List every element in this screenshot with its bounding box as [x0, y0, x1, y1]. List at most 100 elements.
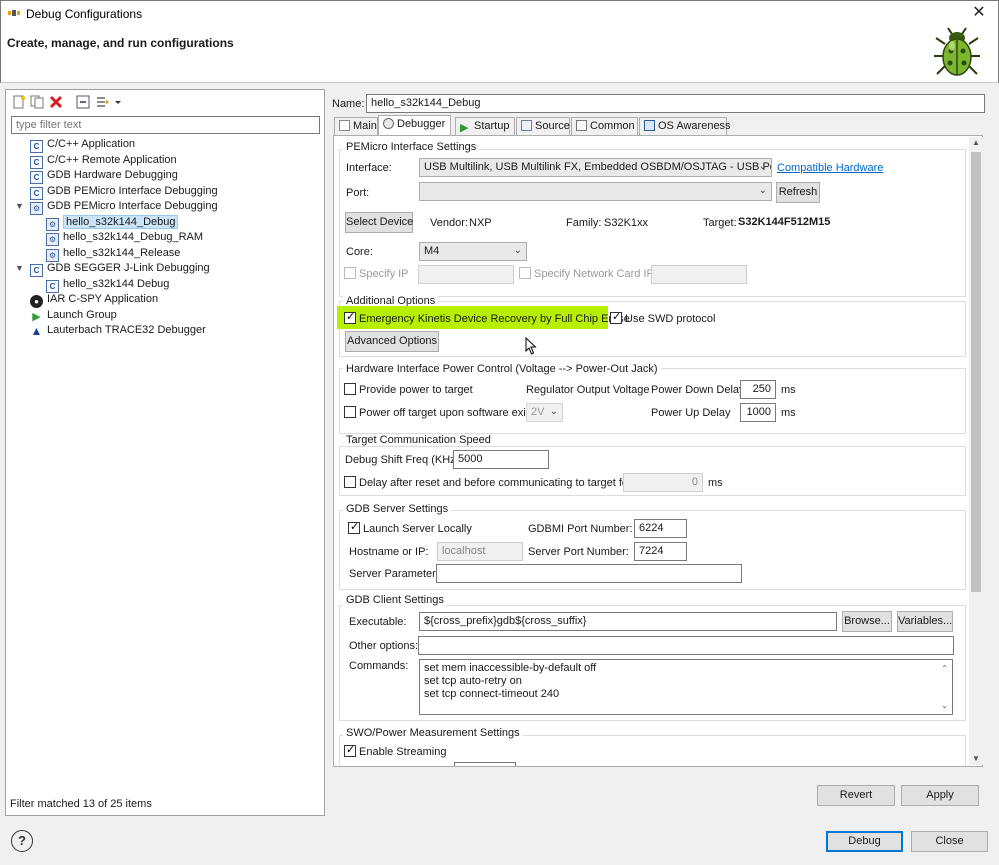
- interface-select[interactable]: USB Multilink, USB Multilink FX, Embedde…: [419, 158, 772, 177]
- port-select[interactable]: ⌄: [419, 182, 772, 201]
- hostname-input[interactable]: localhost: [437, 542, 523, 561]
- tab-common[interactable]: Common: [571, 117, 638, 135]
- server-params-input[interactable]: [436, 564, 742, 583]
- power-up-input[interactable]: 1000: [740, 403, 776, 422]
- launch-server-checkbox[interactable]: Launch Server Locally: [348, 520, 472, 535]
- compatible-hardware-link[interactable]: Compatible Hardware: [777, 162, 883, 174]
- advanced-options-button[interactable]: Advanced Options: [345, 331, 439, 352]
- scroll-up-icon[interactable]: ⌃: [941, 662, 948, 675]
- tab-source[interactable]: Source: [516, 117, 570, 135]
- scroll-down-icon[interactable]: ⌄: [941, 699, 948, 712]
- scrollbar-thumb[interactable]: [971, 152, 981, 592]
- family-value: S32K1xx: [604, 217, 649, 229]
- filter-input[interactable]: [11, 116, 320, 134]
- debugger-tab-content: PEMicro Interface Settings Interface: US…: [333, 135, 983, 767]
- close-button[interactable]: Close: [911, 831, 988, 852]
- enable-streaming-checkbox[interactable]: Enable Streaming: [344, 743, 446, 758]
- variables-button[interactable]: Variables...: [897, 611, 953, 632]
- browse-button[interactable]: Browse...: [842, 611, 892, 632]
- tree-item-launch-group[interactable]: ▶ Launch Group: [30, 308, 116, 323]
- help-icon[interactable]: ?: [11, 830, 33, 852]
- common-tab-icon: [576, 120, 587, 131]
- gdb-server-title: GDB Server Settings: [343, 503, 452, 515]
- core-label: Core:: [346, 246, 373, 258]
- tree-item-gdb-hardware[interactable]: C GDB Hardware Debugging: [30, 168, 178, 184]
- delete-config-icon[interactable]: [49, 95, 63, 109]
- tree-item-gdb-pemicro-2[interactable]: ⚙ GDB PEMicro Interface Debugging: [30, 199, 218, 215]
- tree-item-c-remote-application[interactable]: C C/C++ Remote Application: [30, 153, 177, 169]
- emergency-recovery-checkbox[interactable]: Emergency Kinetis Device Recovery by Ful…: [344, 310, 630, 325]
- power-off-checkbox[interactable]: Power off target upon software exit: [344, 406, 529, 419]
- chevron-down-icon: ⌄: [758, 161, 767, 172]
- gdbmi-port-input[interactable]: 6224: [634, 519, 687, 538]
- gdb-client-title: GDB Client Settings: [343, 594, 447, 606]
- apply-button[interactable]: Apply: [901, 785, 979, 806]
- other-options-input[interactable]: [418, 636, 954, 655]
- delay-after-reset-checkbox[interactable]: Delay after reset and before communicati…: [344, 476, 632, 489]
- tab-main[interactable]: Main: [334, 117, 378, 135]
- swo-title: SWO/Power Measurement Settings: [343, 727, 523, 739]
- ip-input[interactable]: [418, 265, 514, 284]
- commands-textarea[interactable]: set mem inaccessible-by-default off set …: [419, 659, 953, 715]
- use-swd-checkbox[interactable]: Use SWD protocol: [610, 310, 715, 325]
- tree-item-gdb-pemicro-1[interactable]: C GDB PEMicro Interface Debugging: [30, 184, 218, 200]
- debug-group-icon: ⚙: [30, 202, 43, 215]
- new-config-icon[interactable]: [12, 95, 26, 109]
- regulator-label: Regulator Output Voltage: [526, 384, 650, 396]
- power-up-label: Power Up Delay: [651, 407, 731, 419]
- name-input[interactable]: hello_s32k144_Debug: [366, 94, 985, 113]
- swo-partial-input[interactable]: [454, 762, 516, 766]
- expand-chevron-icon[interactable]: ▼: [15, 263, 24, 273]
- window-close-icon[interactable]: ✕: [964, 2, 994, 24]
- dropdown-arrow-icon[interactable]: [114, 95, 122, 109]
- tab-startup[interactable]: ▶ Startup: [455, 117, 515, 135]
- command-line: set tcp connect-timeout 240: [424, 688, 560, 700]
- other-options-label: Other options:: [349, 640, 419, 652]
- select-device-button[interactable]: Select Device: [345, 212, 413, 233]
- tree-item-hello-release[interactable]: ⚙ hello_s32k144_Release: [46, 246, 180, 262]
- bug-icon: [934, 27, 980, 76]
- mouse-cursor-icon: [525, 337, 537, 355]
- expand-chevron-icon[interactable]: ▼: [15, 201, 24, 211]
- shift-freq-input[interactable]: 5000: [453, 450, 549, 469]
- core-select[interactable]: M4 ⌄: [419, 242, 527, 261]
- collapse-all-icon[interactable]: [76, 95, 90, 109]
- delay-input[interactable]: 0: [623, 473, 703, 492]
- specify-nic-checkbox[interactable]: Specify Network Card IP: [519, 267, 654, 280]
- configuration-tree-panel: CC/C++ Application CC/C++ Remote Applica…: [5, 89, 325, 816]
- server-port-input[interactable]: 7224: [634, 542, 687, 561]
- provide-power-checkbox[interactable]: Provide power to target: [344, 383, 473, 396]
- tab-os-awareness[interactable]: OS Awareness: [639, 117, 731, 135]
- interface-label: Interface:: [346, 162, 392, 174]
- power-control-title: Hardware Interface Power Control (Voltag…: [343, 363, 661, 375]
- debug-button[interactable]: Debug: [826, 831, 903, 852]
- tree-item-gdb-segger[interactable]: C GDB SEGGER J-Link Debugging: [30, 261, 210, 277]
- tree-item-c-application[interactable]: C C/C++ Application: [30, 137, 135, 153]
- vendor-label: Vendor:: [430, 217, 468, 229]
- chevron-down-icon: ⌄: [549, 406, 558, 417]
- regulator-select[interactable]: 2V ⌄: [526, 403, 563, 422]
- tab-debugger[interactable]: Debugger: [378, 115, 451, 135]
- command-line: set mem inaccessible-by-default off: [424, 662, 597, 674]
- filter-icon[interactable]: [96, 95, 110, 109]
- specify-ip-checkbox[interactable]: Specify IP: [344, 267, 409, 280]
- vendor-value: NXP: [469, 217, 492, 229]
- tree-item-hello-debug[interactable]: ⚙ hello_s32k144_Debug: [46, 215, 179, 231]
- revert-button[interactable]: Revert: [817, 785, 895, 806]
- duplicate-config-icon[interactable]: [30, 95, 44, 109]
- gdbmi-port-label: GDBMI Port Number:: [528, 523, 633, 535]
- executable-input[interactable]: ${cross_prefix}gdb${cross_suffix}: [419, 612, 837, 631]
- power-down-unit: ms: [781, 384, 796, 396]
- power-down-input[interactable]: 250: [740, 380, 776, 399]
- nic-ip-input[interactable]: [651, 265, 747, 284]
- tree-item-hello-debug-ram[interactable]: ⚙ hello_s32k144_Debug_RAM: [46, 230, 203, 246]
- tree-item-iar-cspy[interactable]: ● IAR C-SPY Application: [30, 292, 158, 308]
- command-line: set tcp auto-retry on: [424, 675, 522, 687]
- scroll-down-icon[interactable]: ▼: [972, 754, 980, 763]
- tree-item-hello-segger-debug[interactable]: Chello_s32k144 Debug: [46, 277, 169, 293]
- scroll-up-icon[interactable]: ▲: [972, 138, 980, 147]
- refresh-button[interactable]: Refresh: [776, 182, 820, 203]
- name-label: Name:: [332, 98, 365, 110]
- tree-item-lauterbach[interactable]: ▲ Lauterbach TRACE32 Debugger: [30, 323, 206, 338]
- debug-config-icon: ⚙: [46, 233, 59, 246]
